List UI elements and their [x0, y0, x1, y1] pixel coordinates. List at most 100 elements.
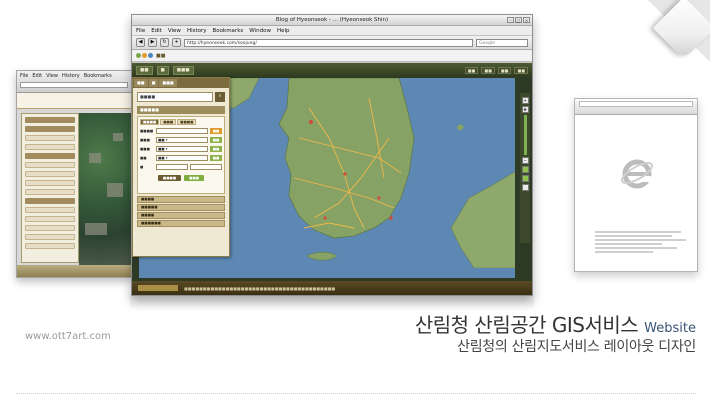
logo-wordmark-icon: ■■: [156, 52, 166, 59]
zoom-out-icon[interactable]: −: [521, 157, 529, 164]
city-marker: [389, 216, 393, 220]
form-select[interactable]: ■■ ▾: [156, 137, 208, 143]
utility-button[interactable]: ■■: [497, 66, 512, 74]
form-subtab[interactable]: ■■■■: [140, 119, 160, 125]
utility-button[interactable]: ■■: [481, 66, 495, 74]
print-icon[interactable]: [521, 184, 529, 191]
main-navbar: ◀ ▶ ↻ + http://hyeonseok.com/soojung/ Go…: [132, 36, 532, 50]
form-buttons: ■■■■ ■■■: [140, 175, 222, 181]
right-browser-chrome: [575, 101, 697, 115]
form-row: ■■ ■■ ▾ ■■: [140, 155, 222, 161]
right-browser-mockup: [574, 98, 698, 272]
form-row: ■■■ ■■ ▾ ■■: [140, 137, 222, 143]
utility-button[interactable]: ■■: [464, 66, 479, 74]
zoom-in-icon[interactable]: +: [521, 97, 529, 104]
menu-history[interactable]: History: [187, 26, 207, 35]
form-submit-button[interactable]: ■■■: [184, 175, 205, 181]
layer-item[interactable]: ■■■■: [137, 196, 225, 203]
form-select[interactable]: ■■ ▾: [156, 146, 208, 152]
left-browser-chrome: File Edit View History Bookmarks: [17, 71, 131, 93]
pan-icon[interactable]: ✥: [521, 106, 529, 113]
city-marker: [343, 172, 347, 176]
add-bookmark-icon[interactable]: +: [172, 38, 181, 47]
city-marker: [323, 216, 327, 220]
form-row: ■: [140, 164, 222, 170]
form-select[interactable]: ■■ ▾: [156, 155, 208, 161]
topnav-tab[interactable]: ■■: [136, 65, 153, 75]
logo-leaf-icon: [148, 53, 153, 58]
layer-item[interactable]: ■■■■: [137, 212, 225, 219]
menu-help[interactable]: Help: [277, 26, 290, 35]
layer-item[interactable]: ■■■■■■: [137, 220, 225, 227]
urban-patch: [113, 133, 123, 141]
topnav-tab[interactable]: ■: [156, 65, 169, 75]
project-title: 산림청 산림공간 GIS서비스 Website: [415, 309, 696, 338]
panel-row: [25, 198, 75, 204]
maximize-icon[interactable]: □: [515, 17, 522, 23]
japan-landmass: [450, 171, 515, 268]
minimize-icon[interactable]: –: [507, 17, 514, 23]
form-apply-button[interactable]: ■■: [210, 137, 222, 143]
menu-edit[interactable]: Edit: [151, 26, 162, 35]
form-label: ■■■: [140, 147, 150, 151]
topnav-tab[interactable]: ■■■: [172, 65, 194, 75]
sidebar-search: ■■■■ ⌕: [137, 92, 225, 102]
sidebar-tab[interactable]: ■■■: [159, 79, 177, 87]
sidebar-tabs: ■■ ■ ■■■: [133, 78, 229, 88]
form-search-button[interactable]: ■■: [210, 128, 222, 134]
menu-file[interactable]: File: [136, 26, 145, 35]
sidebar-tab[interactable]: ■: [148, 79, 159, 87]
portfolio-showcase: File Edit View History Bookmarks Blog of…: [0, 0, 710, 400]
form-subtab[interactable]: ■■■: [160, 119, 177, 125]
sidebar-search-input[interactable]: ■■■■: [137, 92, 213, 102]
menu-window[interactable]: Window: [249, 26, 271, 35]
panel-row: [25, 126, 75, 132]
form-row: ■■■ ■■ ▾ ■■: [140, 146, 222, 152]
search-field[interactable]: Google: [476, 38, 528, 47]
form-reset-button[interactable]: ■■■■: [157, 175, 182, 181]
text-line: [595, 239, 687, 241]
forward-icon[interactable]: ▶: [148, 38, 157, 47]
left-menu-item: Bookmarks: [83, 73, 112, 79]
topnav-utilities: ■■ ■■ ■■ ■■: [464, 66, 528, 74]
layer-item[interactable]: ■■■■■: [137, 204, 225, 211]
menu-view[interactable]: View: [168, 26, 181, 35]
browser-reflection: [130, 296, 534, 310]
form-input[interactable]: [156, 128, 208, 134]
form-label: ■■■■: [140, 129, 154, 133]
sidebar-tab[interactable]: ■■: [134, 79, 148, 87]
search-icon[interactable]: ⌕: [215, 92, 225, 102]
layer-icon[interactable]: [521, 175, 529, 182]
footer-logo: [138, 285, 178, 291]
form-apply-button[interactable]: ■■: [210, 155, 222, 161]
layer-icon[interactable]: [521, 166, 529, 173]
address-field[interactable]: http://hyeonseok.com/soojung/: [184, 38, 473, 47]
panel-row: [25, 162, 75, 168]
panel-row: [25, 180, 75, 186]
menu-bookmarks[interactable]: Bookmarks: [213, 26, 244, 35]
left-satellite-map: [79, 113, 131, 265]
back-icon[interactable]: ◀: [136, 38, 145, 47]
reload-icon[interactable]: ↻: [160, 38, 169, 47]
form-input[interactable]: [190, 164, 222, 170]
page-curl-decoration: [648, 0, 710, 62]
site-logo[interactable]: ■■: [136, 53, 165, 59]
form-input[interactable]: [156, 164, 188, 170]
text-line: [595, 243, 663, 245]
form-subtabs: ■■■■ ■■■ ■■■■: [140, 119, 222, 125]
left-browser-menubar: File Edit View History Bookmarks: [20, 73, 128, 79]
form-subtab[interactable]: ■■■■: [177, 119, 197, 125]
panel-row: [25, 153, 75, 159]
utility-button[interactable]: ■■: [514, 66, 528, 74]
close-icon[interactable]: ×: [523, 17, 530, 23]
sidebar-search-form: ■■■■ ■■■ ■■■■ ■■■■ ■■ ■■■ ■■ ▾ ■■ ■■■ ■■…: [137, 116, 225, 194]
project-name: 산림청 산림공간 GIS서비스: [414, 313, 639, 337]
panel-row: [25, 243, 75, 249]
form-apply-button[interactable]: ■■: [210, 146, 222, 152]
logo-leaf-icon: [142, 53, 147, 58]
project-subtitle: 산림청의 산림지도서비스 레이아웃 디자인: [457, 339, 696, 355]
panel-row: [25, 234, 75, 240]
site-footer: ■■■■■■■■■■■■■■■■■■■■■■■■■■■■■■■■■■■■■■■■: [132, 281, 532, 295]
zoom-slider[interactable]: [523, 115, 527, 155]
left-menu-item: View: [46, 73, 58, 79]
